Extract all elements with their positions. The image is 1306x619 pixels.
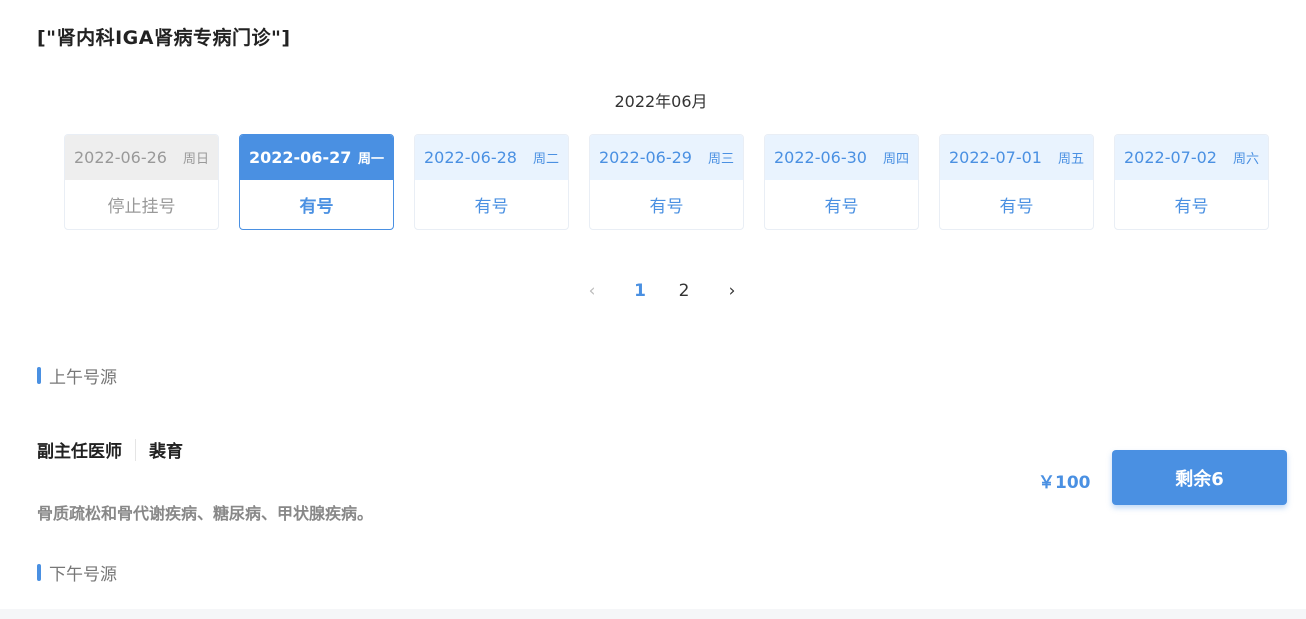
date-text: 2022-07-01 <box>949 148 1042 167</box>
availability-status: 有号 <box>824 197 859 217</box>
section-marker <box>37 367 41 384</box>
weekday-text: 周六 <box>1232 152 1259 167</box>
availability-status: 有号 <box>1174 197 1209 217</box>
availability-status: 有号 <box>649 197 684 217</box>
page-1-button[interactable]: 1 <box>628 278 652 304</box>
divider <box>135 438 136 461</box>
weekday-text: 周三 <box>707 152 734 167</box>
date-text: 2022-06-27 <box>249 148 352 167</box>
weekday-text: 周一 <box>357 152 384 167</box>
date-card-3[interactable]: 2022-06-29 周三 有号 <box>589 134 744 230</box>
footer-divider <box>0 609 1306 619</box>
month-label: 2022年06月 <box>614 92 708 111</box>
weekday-text: 周四 <box>882 152 909 167</box>
afternoon-section-header: 下午号源 <box>37 560 117 585</box>
date-text: 2022-06-29 <box>599 148 692 167</box>
doctor-title: 副主任医师 <box>37 442 122 462</box>
page-title: ["肾内科IGA肾病专病门诊"] <box>37 27 291 49</box>
weekday-text: 周五 <box>1057 152 1084 167</box>
section-title: 上午号源 <box>49 368 117 388</box>
doctor-info: 副主任医师 裴育 <box>37 437 183 462</box>
prev-page-chevron-icon[interactable]: ‹ <box>580 278 604 304</box>
date-card-1[interactable]: 2022-06-27 周一 有号 <box>239 134 394 230</box>
date-text: 2022-07-02 <box>1124 148 1217 167</box>
weekday-text: 周二 <box>532 152 559 167</box>
section-marker <box>37 564 41 581</box>
availability-status: 有号 <box>299 197 334 217</box>
date-text: 2022-06-30 <box>774 148 867 167</box>
availability-status: 有号 <box>999 197 1034 217</box>
date-card-5[interactable]: 2022-07-01 周五 有号 <box>939 134 1094 230</box>
availability-status: 停止挂号 <box>107 197 176 217</box>
morning-section-header: 上午号源 <box>37 363 117 388</box>
date-card-4[interactable]: 2022-06-30 周四 有号 <box>764 134 919 230</box>
date-text: 2022-06-26 <box>74 148 167 167</box>
weekday-text: 周日 <box>182 152 209 167</box>
page-2-button[interactable]: 2 <box>672 278 696 304</box>
section-title: 下午号源 <box>49 565 117 585</box>
date-text: 2022-06-28 <box>424 148 517 167</box>
date-card-0[interactable]: 2022-06-26 周日 停止挂号 <box>64 134 219 230</box>
availability-status: 有号 <box>474 197 509 217</box>
doctor-specialty: 骨质疏松和骨代谢疾病、糖尿病、甲状腺疾病。 <box>37 504 374 523</box>
date-card-2[interactable]: 2022-06-28 周二 有号 <box>414 134 569 230</box>
doctor-name: 裴育 <box>149 442 183 462</box>
book-remaining-button[interactable]: 剩余6 <box>1112 450 1287 505</box>
next-page-chevron-icon[interactable]: › <box>720 278 744 304</box>
date-card-6[interactable]: 2022-07-02 周六 有号 <box>1114 134 1269 230</box>
registration-fee: ￥100 <box>1038 473 1091 493</box>
